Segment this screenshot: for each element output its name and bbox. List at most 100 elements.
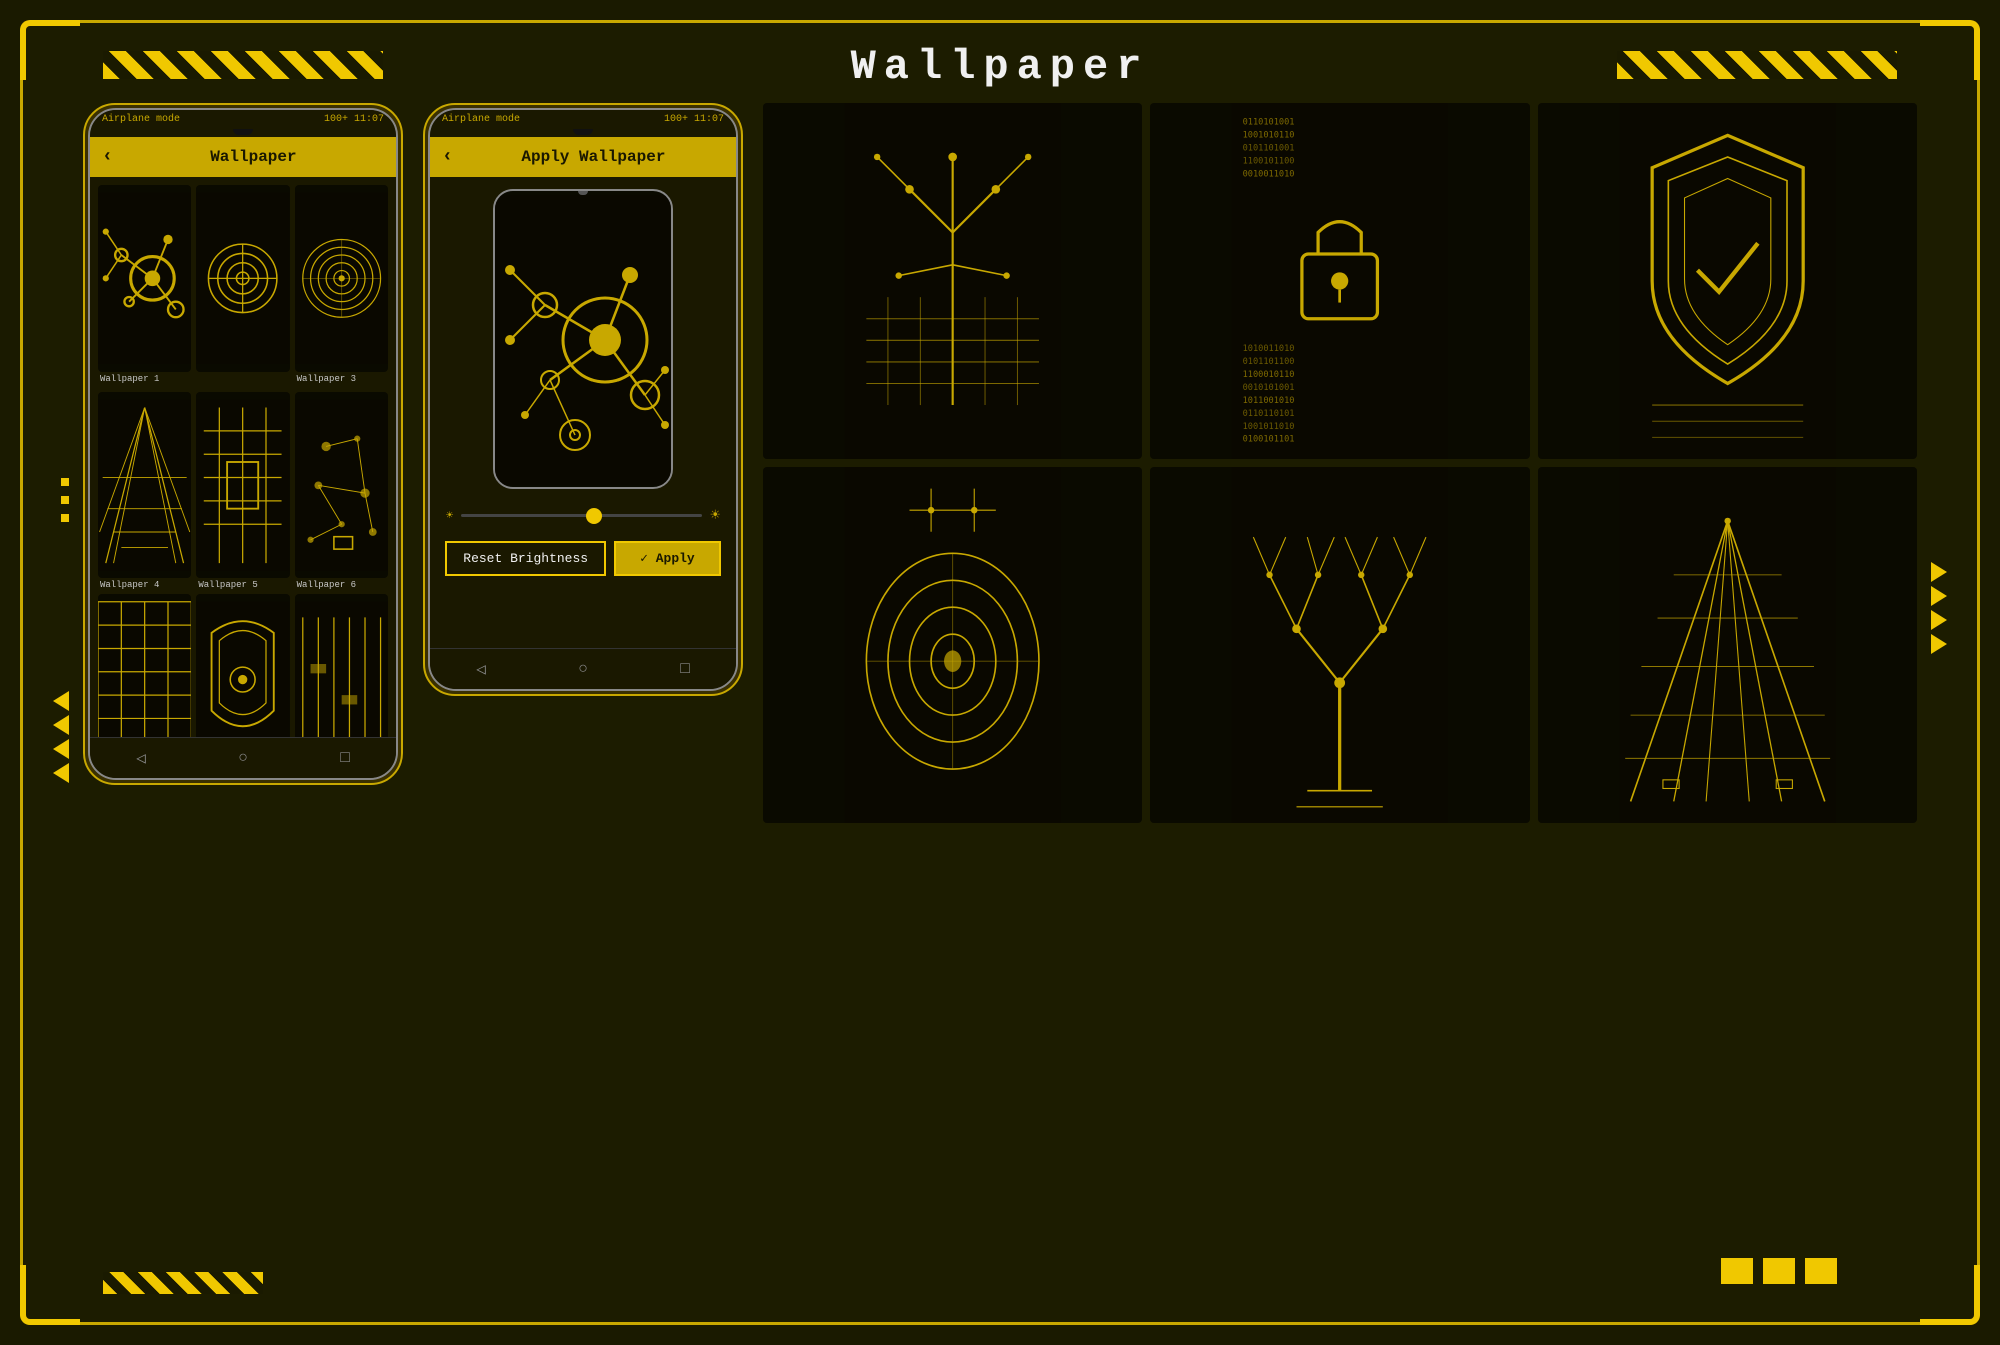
- svg-text:0100101101: 0100101101: [1243, 435, 1295, 445]
- wallpaper-thumb-3[interactable]: [295, 185, 388, 372]
- phone2-header: ‹ Apply Wallpaper: [430, 137, 736, 177]
- phone2-recent-nav[interactable]: □: [680, 660, 690, 678]
- arrow-right-4: [1931, 634, 1947, 654]
- corner-bl: [20, 1265, 80, 1325]
- wallpaper-thumb-6[interactable]: [295, 392, 388, 579]
- svg-text:1100010110: 1100010110: [1243, 370, 1295, 380]
- phone1-body: Airplane mode 100+ 11:07 ‹ Wallpaper: [88, 108, 398, 780]
- dot-3: [61, 514, 69, 522]
- phone2-notch: [573, 129, 593, 135]
- preview-phone-inner: [493, 189, 673, 489]
- phone2-spacer: [430, 588, 736, 648]
- gallery-target-svg: [763, 467, 1142, 823]
- wallpaper-cell-8: [196, 594, 289, 737]
- corner-br: [1920, 1265, 1980, 1325]
- wallpaper-thumb-7[interactable]: [98, 594, 191, 737]
- wallpaper-cell-5: Wallpaper 5: [196, 392, 289, 591]
- svg-text:1100101100: 1100101100: [1243, 156, 1295, 166]
- wallpaper-2-label: [196, 374, 289, 388]
- arrow-left-3: [53, 739, 69, 759]
- wallpaper-thumb-5[interactable]: [196, 392, 289, 579]
- phone1-home-nav[interactable]: ○: [238, 749, 248, 767]
- wallpaper-thumb-9[interactable]: [295, 594, 388, 737]
- phone1-back-nav[interactable]: ◁: [136, 748, 146, 768]
- dot-1: [61, 478, 69, 486]
- page-title: Wallpaper: [23, 43, 1977, 91]
- wallpaper-8-svg: [196, 594, 289, 737]
- gallery-hand-svg: [763, 103, 1142, 459]
- apply-button[interactable]: ✓ Apply: [614, 541, 721, 576]
- phone2-body: Airplane mode 100+ 11:07 ‹ Apply Wallpap…: [428, 108, 738, 691]
- phone1-notch: [233, 129, 253, 135]
- wallpaper-cell-2: [196, 185, 289, 388]
- brightness-thumb[interactable]: [586, 508, 602, 524]
- phone1-header-title: Wallpaper: [123, 148, 384, 166]
- reset-brightness-button[interactable]: Reset Brightness: [445, 541, 606, 576]
- brightness-track[interactable]: [461, 514, 702, 517]
- wallpaper-cell-3: Wallpaper 3: [295, 185, 388, 388]
- wallpaper-thumb-1[interactable]: [98, 185, 191, 372]
- wallpaper-row-1: Wallpaper 1: [98, 185, 388, 388]
- phone1-wallpaper-grid: Wallpaper 1: [90, 177, 396, 737]
- wallpaper-thumb-4[interactable]: [98, 392, 191, 579]
- phone2-back-button[interactable]: ‹: [442, 147, 453, 167]
- phone2-home-nav[interactable]: ○: [578, 660, 588, 678]
- gallery-item-lock[interactable]: 0110101001 1001010110 0101101001 1100101…: [1150, 103, 1529, 459]
- wallpaper-6-label: Wallpaper 6: [295, 580, 388, 590]
- brightness-max-icon: ☀: [710, 505, 720, 525]
- wallpaper-thumb-8[interactable]: [196, 594, 289, 737]
- wallpaper-cell-9: [295, 594, 388, 737]
- arrow-left-4: [53, 763, 69, 783]
- phone1-battery-time: 100+ 11:07: [324, 114, 384, 125]
- gallery-panel: 0110101001 1001010110 0101101001 1100101…: [763, 103, 1917, 823]
- wallpaper-1-svg: [98, 185, 191, 372]
- wallpaper-thumb-2[interactable]: [196, 185, 289, 372]
- wallpaper-cell-7: [98, 594, 191, 737]
- phone1-notch-area: [90, 129, 396, 137]
- svg-text:0010011010: 0010011010: [1243, 169, 1295, 179]
- wallpaper-row-2: Wallpaper 4: [98, 392, 388, 591]
- gallery-item-perspective[interactable]: [1538, 467, 1917, 823]
- svg-text:1001010110: 1001010110: [1243, 131, 1295, 141]
- wallpaper-3-svg: [295, 185, 388, 372]
- wallpaper-9-svg: [295, 594, 388, 737]
- outer-frame: Wallpaper Airplane mode: [20, 20, 1980, 1325]
- dot-2: [61, 496, 69, 504]
- phone2-outer: Airplane mode 100+ 11:07 ‹ Apply Wallpap…: [423, 103, 743, 696]
- wallpaper-cell-4: Wallpaper 4: [98, 392, 191, 591]
- gallery-item-target[interactable]: [763, 467, 1142, 823]
- phone1-outer: Airplane mode 100+ 11:07 ‹ Wallpaper: [83, 103, 403, 785]
- wallpaper-7-svg: [98, 594, 191, 737]
- phone1-status-text: Airplane mode: [102, 114, 180, 125]
- hazard-stripe-bl: [103, 1272, 263, 1294]
- brightness-row: ☀ ☀: [430, 501, 736, 533]
- phone1-header: ‹ Wallpaper: [90, 137, 396, 177]
- phone2-back-nav[interactable]: ◁: [476, 659, 486, 679]
- wallpaper-6-svg: [295, 392, 388, 579]
- svg-text:1001011010: 1001011010: [1243, 422, 1295, 432]
- arrow-left-decoration: [53, 691, 69, 783]
- gallery-item-tree[interactable]: [1150, 467, 1529, 823]
- preview-wallpaper-svg: [495, 195, 673, 485]
- wallpaper-4-svg: [98, 392, 191, 579]
- wallpaper-3-label: Wallpaper 3: [295, 374, 388, 384]
- svg-text:1011001010: 1011001010: [1243, 396, 1295, 406]
- gallery-perspective-svg: [1538, 467, 1917, 823]
- arrow-right-decoration: [1931, 562, 1947, 654]
- phone2-battery-time: 100+ 11:07: [664, 114, 724, 125]
- arrow-left-1: [53, 691, 69, 711]
- wallpaper-2-svg: [196, 185, 289, 372]
- gallery-item-hand[interactable]: [763, 103, 1142, 459]
- phone2-status-text: Airplane mode: [442, 114, 520, 125]
- content-area: Airplane mode 100+ 11:07 ‹ Wallpaper: [83, 103, 1917, 1272]
- gallery-tree-svg: [1150, 467, 1529, 823]
- phone1-back-button[interactable]: ‹: [102, 147, 113, 167]
- phone1-recent-nav[interactable]: □: [340, 749, 350, 767]
- left-dots: [61, 478, 69, 522]
- wallpaper-5-label: Wallpaper 5: [196, 580, 289, 590]
- arrow-left-2: [53, 715, 69, 735]
- svg-text:0010101001: 0010101001: [1243, 383, 1295, 393]
- svg-text:1010011010: 1010011010: [1243, 344, 1295, 354]
- gallery-item-shield[interactable]: [1538, 103, 1917, 459]
- wallpaper-4-label: Wallpaper 4: [98, 580, 191, 590]
